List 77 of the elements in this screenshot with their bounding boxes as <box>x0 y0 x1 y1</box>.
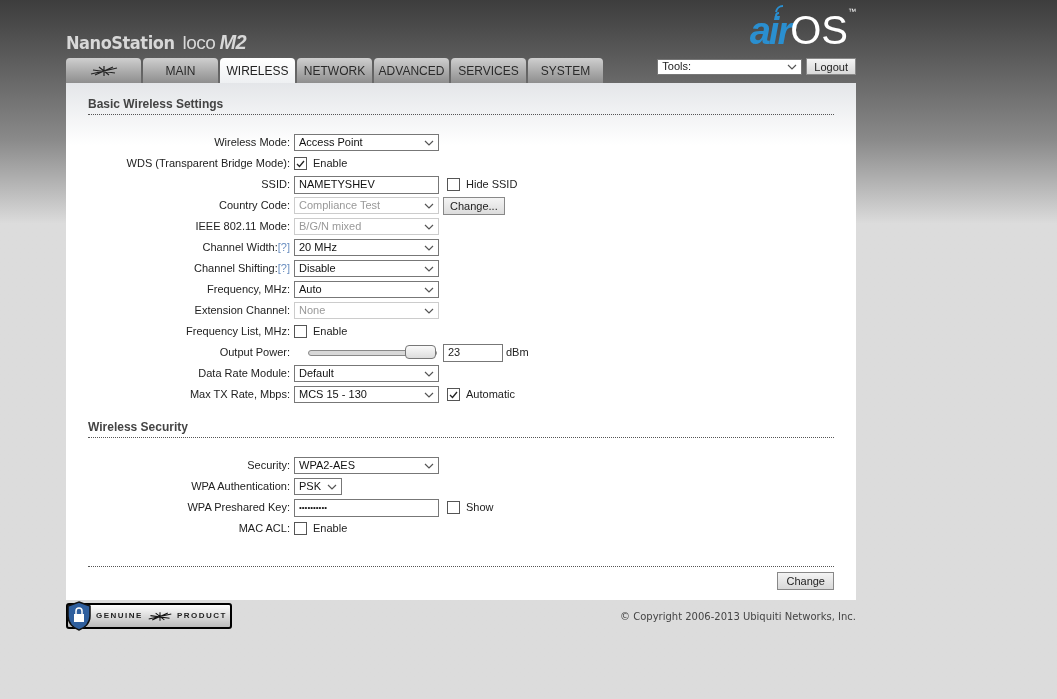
checkbox-label: Enable <box>313 324 348 340</box>
chevron-down-icon <box>327 483 337 490</box>
nav-tab[interactable]: MAIN <box>143 58 218 83</box>
help-link[interactable]: [?] <box>277 260 290 277</box>
checkbox-label: Enable <box>313 156 348 172</box>
field-label: Max TX Rate, Mbps: <box>189 387 290 403</box>
power-field[interactable]: 23 <box>443 343 503 362</box>
genuine-product-badge: GENUINE PRODUCT <box>66 603 232 629</box>
dropdown[interactable]: Default <box>294 365 439 382</box>
antenna-logo-icon <box>146 611 173 621</box>
field-label: Frequency List, MHz: <box>186 324 290 340</box>
password-field[interactable]: •••••••••• <box>294 498 439 517</box>
chevron-down-icon <box>787 63 798 70</box>
antenna-logo-icon <box>88 65 119 76</box>
checkbox[interactable] <box>447 388 460 401</box>
nav-tab[interactable]: SYSTEM <box>528 58 603 83</box>
field-label: Data Rate Module: <box>198 366 290 382</box>
copyright-text: © Copyright 2006-2013 Ubiquiti Networks, Inc. <box>620 609 856 624</box>
airos-logo: airOS™ <box>749 8 856 50</box>
section-title: Basic Wireless Settings <box>88 95 834 115</box>
slider-thumb[interactable] <box>405 344 436 359</box>
checkbox[interactable] <box>447 501 460 514</box>
checkmark-icon <box>296 159 305 168</box>
nav-tab[interactable]: SERVICES <box>451 58 526 83</box>
field-label: Channel Width: <box>202 240 278 256</box>
checkbox[interactable] <box>294 522 307 535</box>
dropdown[interactable]: 20 MHz <box>294 239 439 256</box>
nav-tab[interactable]: WIRELESS <box>220 58 295 83</box>
chevron-down-icon <box>424 462 434 469</box>
field-label: Channel Shifting: <box>194 261 278 277</box>
dropdown[interactable]: Disable <box>294 260 439 277</box>
chevron-down-icon <box>424 202 434 209</box>
logout-button[interactable]: Logout <box>806 58 856 75</box>
text-field[interactable]: NAMETYSHEV <box>294 175 439 194</box>
nav-tab[interactable]: NETWORK <box>297 58 372 83</box>
chevron-down-icon <box>424 244 434 251</box>
field-label: WDS (Transparent Bridge Mode): <box>126 156 290 172</box>
product-logo: NanoStation loco M2 <box>66 32 247 52</box>
field-label: IEEE 802.11 Mode: <box>195 219 290 235</box>
section-title: Wireless Security <box>88 418 834 438</box>
checkbox-label: Hide SSID <box>466 177 518 193</box>
chevron-down-icon <box>424 307 434 314</box>
dropdown[interactable]: PSK <box>294 478 342 495</box>
checkbox-label: Show <box>466 500 494 516</box>
nav-tab[interactable] <box>66 58 141 83</box>
checkbox[interactable] <box>294 325 307 338</box>
unit-label: dBm <box>506 345 529 361</box>
field-label: WPA Authentication: <box>191 479 290 495</box>
field-label: WPA Preshared Key: <box>187 500 290 516</box>
checkbox[interactable] <box>294 157 307 170</box>
chevron-down-icon <box>424 223 434 230</box>
checkbox-label: Automatic <box>466 387 515 403</box>
chevron-down-icon <box>424 286 434 293</box>
help-link[interactable]: [?] <box>277 239 290 256</box>
field-label: Frequency, MHz: <box>207 282 290 298</box>
change-button[interactable]: Change <box>777 572 834 590</box>
field-label: Extension Channel: <box>194 303 290 319</box>
field-label: Output Power: <box>219 345 290 361</box>
checkbox-label: Enable <box>313 521 348 537</box>
checkbox[interactable] <box>447 178 460 191</box>
dropdown[interactable]: MCS 15 - 130 <box>294 386 439 403</box>
tools-dropdown[interactable]: Tools: <box>657 58 803 75</box>
checkmark-icon <box>449 390 458 399</box>
dropdown[interactable]: Access Point <box>294 134 439 151</box>
field-label: Security: <box>247 458 290 474</box>
shield-lock-icon <box>66 601 92 631</box>
field-label: Country Code: <box>219 198 290 214</box>
nav-tab[interactable]: ADVANCED <box>374 58 449 83</box>
field-label: MAC ACL: <box>238 521 290 537</box>
dropdown[interactable]: WPA2-AES <box>294 457 439 474</box>
field-label: SSID: <box>261 177 290 193</box>
chevron-down-icon <box>424 265 434 272</box>
chevron-down-icon <box>424 391 434 398</box>
chevron-down-icon <box>424 370 434 377</box>
field-label: Wireless Mode: <box>214 135 290 151</box>
chevron-down-icon <box>424 139 434 146</box>
dropdown[interactable]: Auto <box>294 281 439 298</box>
